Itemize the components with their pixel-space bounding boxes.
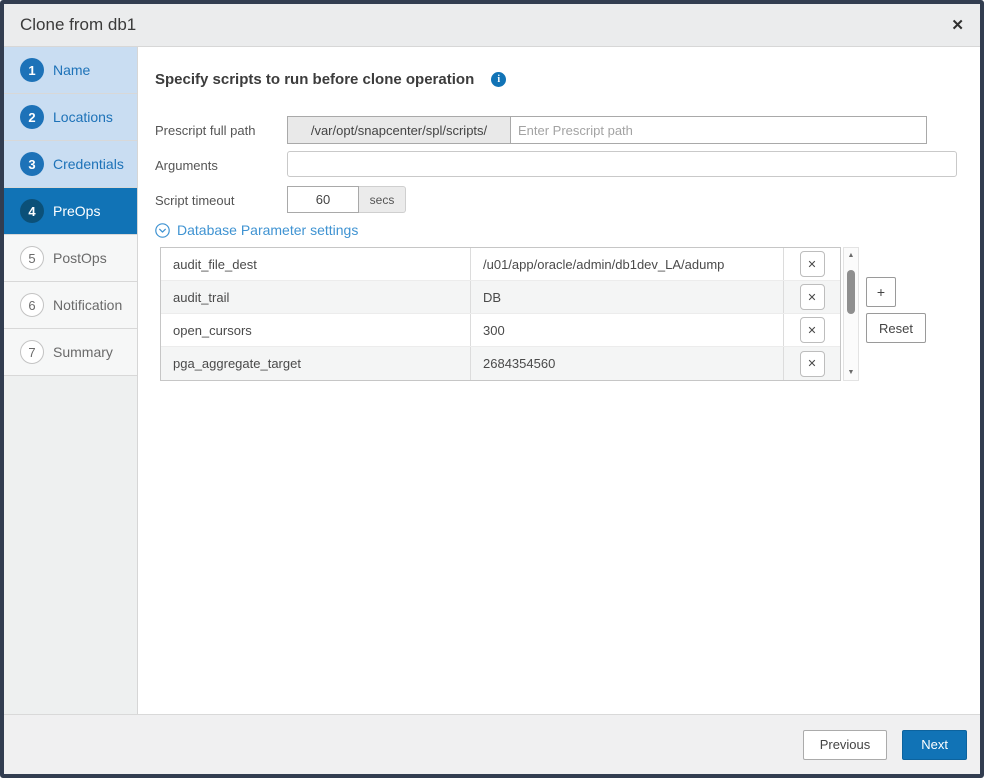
- page-title: Specify scripts to run before clone oper…: [155, 71, 474, 88]
- step-number-badge: 5: [20, 246, 44, 270]
- step-number-badge: 7: [20, 340, 44, 364]
- param-name-cell: audit_trail: [161, 281, 471, 313]
- sidebar-item-preops[interactable]: 4 PreOps: [4, 188, 137, 235]
- info-icon[interactable]: i: [491, 72, 506, 87]
- step-label: Name: [53, 62, 90, 78]
- sidebar-item-locations[interactable]: 2 Locations: [4, 94, 137, 141]
- dialog-title: Clone from db1: [20, 15, 136, 35]
- table-row: open_cursors 300 ✕: [161, 314, 840, 347]
- scroll-up-icon[interactable]: ▲: [848, 248, 855, 263]
- sidebar-filler: [4, 376, 137, 714]
- script-timeout-label: Script timeout: [155, 193, 234, 208]
- remove-param-button[interactable]: ✕: [800, 317, 825, 343]
- wizard-step-sidebar: 1 Name 2 Locations 3 Credentials 4 PreOp…: [4, 47, 138, 714]
- prescript-path-group: /var/opt/snapcenter/spl/scripts/: [287, 116, 927, 144]
- preops-panel: Specify scripts to run before clone oper…: [138, 47, 980, 714]
- sidebar-item-name[interactable]: 1 Name: [4, 47, 137, 94]
- step-number-badge: 6: [20, 293, 44, 317]
- step-label: Locations: [53, 109, 113, 125]
- param-name-cell: audit_file_dest: [161, 248, 471, 280]
- close-icon[interactable]: ✕: [951, 18, 964, 33]
- param-action-cell: ✕: [784, 281, 840, 313]
- prescript-path-prefix: /var/opt/snapcenter/spl/scripts/: [287, 116, 511, 144]
- sidebar-item-credentials[interactable]: 3 Credentials: [4, 141, 137, 188]
- step-number-badge: 1: [20, 58, 44, 82]
- param-name-cell: open_cursors: [161, 314, 471, 346]
- sidebar-item-notification[interactable]: 6 Notification: [4, 282, 137, 329]
- script-timeout-input[interactable]: [287, 186, 359, 213]
- step-label: PostOps: [53, 250, 107, 266]
- arguments-input[interactable]: [287, 151, 957, 177]
- prescript-path-input[interactable]: [511, 116, 927, 144]
- param-value-cell: /u01/app/oracle/admin/db1dev_LA/adump: [471, 248, 784, 280]
- dialog-titlebar: Clone from db1 ✕: [4, 4, 980, 47]
- scrollbar-thumb[interactable]: [847, 270, 855, 314]
- remove-param-button[interactable]: ✕: [800, 284, 825, 310]
- db-parameters-table: audit_file_dest /u01/app/oracle/admin/db…: [160, 247, 841, 381]
- param-value-cell: DB: [471, 281, 784, 313]
- remove-param-button[interactable]: ✕: [800, 351, 825, 377]
- reset-params-button[interactable]: Reset: [866, 313, 926, 343]
- clone-wizard-dialog: Clone from db1 ✕ 1 Name 2 Locations 3 Cr…: [0, 0, 984, 778]
- param-action-cell: ✕: [784, 347, 840, 380]
- step-number-badge: 3: [20, 152, 44, 176]
- step-label: PreOps: [53, 203, 100, 219]
- table-row: audit_trail DB ✕: [161, 281, 840, 314]
- sidebar-item-postops[interactable]: 5 PostOps: [4, 235, 137, 282]
- param-action-cell: ✕: [784, 314, 840, 346]
- table-scrollbar[interactable]: ▲ ▼: [843, 247, 859, 381]
- wizard-footer: Previous Next: [4, 714, 980, 774]
- panel-heading-row: Specify scripts to run before clone oper…: [155, 71, 506, 88]
- param-name-cell: pga_aggregate_target: [161, 347, 471, 380]
- sidebar-item-summary[interactable]: 7 Summary: [4, 329, 137, 376]
- remove-param-button[interactable]: ✕: [800, 251, 825, 277]
- db-params-link-label: Database Parameter settings: [177, 222, 358, 238]
- prescript-path-label: Prescript full path: [155, 123, 255, 138]
- param-value-cell: 2684354560: [471, 347, 784, 380]
- add-param-button[interactable]: +: [866, 277, 896, 307]
- step-label: Credentials: [53, 156, 124, 172]
- step-number-badge: 2: [20, 105, 44, 129]
- step-number-badge: 4: [20, 199, 44, 223]
- table-row: pga_aggregate_target 2684354560 ✕: [161, 347, 840, 380]
- param-value-cell: 300: [471, 314, 784, 346]
- previous-button[interactable]: Previous: [803, 730, 888, 760]
- chevron-down-circle-icon: [155, 223, 170, 238]
- scroll-down-icon[interactable]: ▼: [848, 365, 855, 380]
- step-label: Notification: [53, 297, 122, 313]
- arguments-label: Arguments: [155, 158, 218, 173]
- next-button[interactable]: Next: [902, 730, 967, 760]
- step-label: Summary: [53, 344, 113, 360]
- script-timeout-group: secs: [287, 186, 406, 213]
- table-row: audit_file_dest /u01/app/oracle/admin/db…: [161, 248, 840, 281]
- timeout-unit-label: secs: [359, 186, 406, 213]
- param-action-cell: ✕: [784, 248, 840, 280]
- database-parameter-settings-toggle[interactable]: Database Parameter settings: [155, 222, 358, 238]
